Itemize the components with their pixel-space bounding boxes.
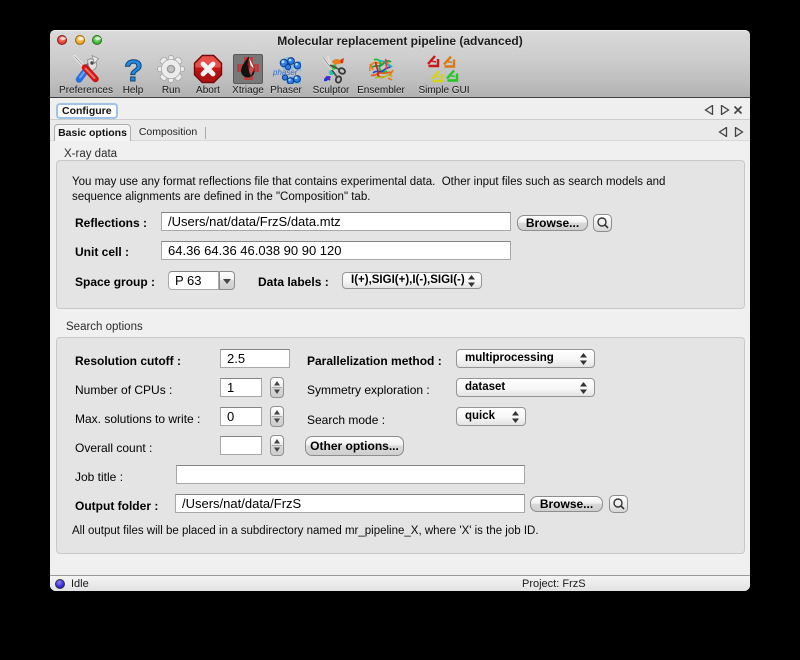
svg-text:?: ?	[124, 54, 143, 84]
svg-text:phaser: phaser	[272, 68, 298, 77]
